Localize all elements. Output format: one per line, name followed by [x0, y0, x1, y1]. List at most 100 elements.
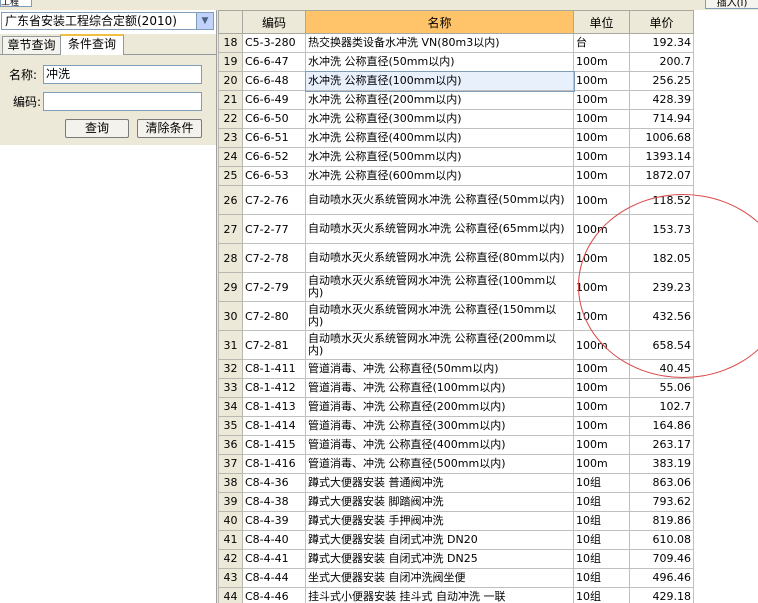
row-number[interactable]: 33: [218, 378, 243, 398]
unit-cell[interactable]: 台: [573, 33, 630, 53]
row-number[interactable]: 25: [218, 166, 243, 186]
unit-cell[interactable]: 100m: [573, 52, 630, 72]
table-row[interactable]: 21 C6-6-49 水冲洗 公称直径(200mm以内) 100m 428.39: [218, 90, 694, 110]
row-number[interactable]: 23: [218, 128, 243, 148]
name-cell[interactable]: 管道消毒、冲洗 公称直径(100mm以内): [305, 378, 574, 398]
table-row[interactable]: 26 C7-2-76 自动喷水灭火系统管网水冲洗 公称直径(50mm以内) 100m 1…: [218, 185, 694, 215]
table-row[interactable]: 19 C6-6-47 水冲洗 公称直径(50mm以内) 100m 200.7: [218, 52, 694, 72]
unit-cell[interactable]: 100m: [573, 454, 630, 474]
quota-select[interactable]: 广东省安装工程综合定额(2010) ▼: [1, 12, 214, 30]
code-cell[interactable]: C7-2-76: [242, 185, 306, 215]
row-number[interactable]: 37: [218, 454, 243, 474]
row-number[interactable]: 32: [218, 359, 243, 379]
name-cell[interactable]: 管道消毒、冲洗 公称直径(400mm以内): [305, 435, 574, 455]
table-row[interactable]: 18 C5-3-280 热交换器类设备水冲洗 VN(80m3以内) 台 192.34: [218, 33, 694, 53]
unit-cell[interactable]: 100m: [573, 185, 630, 215]
code-cell[interactable]: C7-2-81: [242, 330, 306, 360]
table-row[interactable]: 25 C6-6-53 水冲洗 公称直径(600mm以内) 100m 1872.07: [218, 166, 694, 186]
price-cell[interactable]: 256.25: [629, 71, 694, 91]
name-cell[interactable]: 自动喷水灭火系统管网水冲洗 公称直径(200mm以内): [305, 330, 574, 360]
name-cell[interactable]: 蹲式大便器安装 自闭式冲洗 DN20: [305, 530, 574, 550]
name-cell[interactable]: 自动喷水灭火系统管网水冲洗 公称直径(50mm以内): [305, 185, 574, 215]
code-cell[interactable]: C8-4-41: [242, 549, 306, 569]
price-cell[interactable]: 55.06: [629, 378, 694, 398]
table-row[interactable]: 22 C6-6-50 水冲洗 公称直径(300mm以内) 100m 714.94: [218, 109, 694, 129]
row-number[interactable]: 29: [218, 272, 243, 302]
price-cell[interactable]: 709.46: [629, 549, 694, 569]
unit-cell[interactable]: 100m: [573, 378, 630, 398]
name-cell[interactable]: 蹲式大便器安装 自闭式冲洗 DN25: [305, 549, 574, 569]
price-cell[interactable]: 714.94: [629, 109, 694, 129]
price-cell[interactable]: 118.52: [629, 185, 694, 215]
unit-cell[interactable]: 10组: [573, 492, 630, 512]
price-cell[interactable]: 263.17: [629, 435, 694, 455]
name-cell[interactable]: 蹲式大便器安装 普通阀冲洗: [305, 473, 574, 493]
price-cell[interactable]: 153.73: [629, 214, 694, 244]
unit-cell[interactable]: 100m: [573, 359, 630, 379]
name-field[interactable]: 冲洗: [43, 65, 202, 84]
column-header-price[interactable]: 单价: [629, 10, 694, 34]
code-cell[interactable]: C5-3-280: [242, 33, 306, 53]
code-cell[interactable]: C6-6-49: [242, 90, 306, 110]
price-cell[interactable]: 383.19: [629, 454, 694, 474]
table-row[interactable]: 42 C8-4-41 蹲式大便器安装 自闭式冲洗 DN25 10组 709.46: [218, 549, 694, 569]
row-number[interactable]: 44: [218, 587, 243, 603]
insert-button[interactable]: 插入(I): [705, 0, 758, 9]
price-cell[interactable]: 200.7: [629, 52, 694, 72]
unit-cell[interactable]: 100m: [573, 330, 630, 360]
row-number[interactable]: 20: [218, 71, 243, 91]
table-row[interactable]: 43 C8-4-44 坐式大便器安装 自闭冲洗阀坐便 10组 496.46: [218, 568, 694, 588]
code-cell[interactable]: C8-4-40: [242, 530, 306, 550]
name-cell[interactable]: 自动喷水灭火系统管网水冲洗 公称直径(80mm以内): [305, 243, 574, 273]
name-cell[interactable]: 水冲洗 公称直径(500mm以内): [305, 147, 574, 167]
code-field[interactable]: [43, 92, 202, 111]
code-cell[interactable]: C6-6-53: [242, 166, 306, 186]
unit-cell[interactable]: 10组: [573, 530, 630, 550]
price-cell[interactable]: 496.46: [629, 568, 694, 588]
code-cell[interactable]: C8-4-44: [242, 568, 306, 588]
row-number[interactable]: 42: [218, 549, 243, 569]
clear-conditions-button[interactable]: 清除条件: [137, 119, 202, 138]
price-cell[interactable]: 40.45: [629, 359, 694, 379]
price-cell[interactable]: 192.34: [629, 33, 694, 53]
unit-cell[interactable]: 100m: [573, 90, 630, 110]
column-header-unit[interactable]: 单位: [573, 10, 630, 34]
price-cell[interactable]: 1006.68: [629, 128, 694, 148]
name-cell[interactable]: 管道消毒、冲洗 公称直径(300mm以内): [305, 416, 574, 436]
row-number[interactable]: 38: [218, 473, 243, 493]
row-number[interactable]: 40: [218, 511, 243, 531]
column-header-name[interactable]: 名称: [305, 10, 574, 34]
table-row[interactable]: 24 C6-6-52 水冲洗 公称直径(500mm以内) 100m 1393.14: [218, 147, 694, 167]
code-cell[interactable]: C6-6-51: [242, 128, 306, 148]
row-number[interactable]: 43: [218, 568, 243, 588]
row-number[interactable]: 41: [218, 530, 243, 550]
name-cell[interactable]: 坐式大便器安装 自闭冲洗阀坐便: [305, 568, 574, 588]
code-cell[interactable]: C8-4-38: [242, 492, 306, 512]
unit-cell[interactable]: 100m: [573, 272, 630, 302]
unit-cell[interactable]: 100m: [573, 128, 630, 148]
unit-cell[interactable]: 100m: [573, 71, 630, 91]
code-cell[interactable]: C8-4-36: [242, 473, 306, 493]
row-number[interactable]: 34: [218, 397, 243, 417]
unit-cell[interactable]: 100m: [573, 416, 630, 436]
code-cell[interactable]: C6-6-50: [242, 109, 306, 129]
table-row[interactable]: 44 C8-4-46 挂斗式小便器安装 挂斗式 自动冲洗 一联 10组 429.18: [218, 587, 694, 603]
table-row[interactable]: 29 C7-2-79 自动喷水灭火系统管网水冲洗 公称直径(100mm以内) 100m…: [218, 272, 694, 302]
unit-cell[interactable]: 100m: [573, 243, 630, 273]
code-cell[interactable]: C7-2-79: [242, 272, 306, 302]
top-tab[interactable]: 工程: [0, 0, 32, 7]
name-cell[interactable]: 自动喷水灭火系统管网水冲洗 公称直径(65mm以内): [305, 214, 574, 244]
name-cell[interactable]: 水冲洗 公称直径(400mm以内): [305, 128, 574, 148]
unit-cell[interactable]: 10组: [573, 549, 630, 569]
row-number[interactable]: 39: [218, 492, 243, 512]
price-cell[interactable]: 182.05: [629, 243, 694, 273]
unit-cell[interactable]: 100m: [573, 435, 630, 455]
unit-cell[interactable]: 100m: [573, 109, 630, 129]
query-button[interactable]: 查询: [65, 119, 129, 138]
code-cell[interactable]: C8-1-416: [242, 454, 306, 474]
table-row[interactable]: 38 C8-4-36 蹲式大便器安装 普通阀冲洗 10组 863.06: [218, 473, 694, 493]
table-row[interactable]: 23 C6-6-51 水冲洗 公称直径(400mm以内) 100m 1006.68: [218, 128, 694, 148]
code-cell[interactable]: C8-4-46: [242, 587, 306, 603]
column-header-code[interactable]: 编码: [242, 10, 306, 34]
row-number[interactable]: 31: [218, 330, 243, 360]
